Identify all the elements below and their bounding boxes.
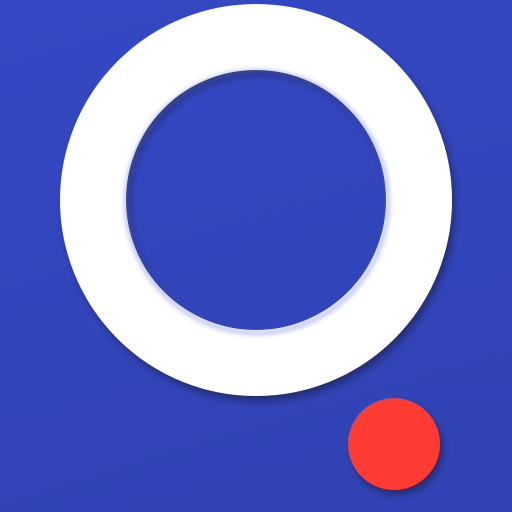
red-dot-icon [348, 398, 440, 490]
ring-with-dot-logo-icon [0, 0, 512, 512]
app-icon [0, 0, 512, 512]
